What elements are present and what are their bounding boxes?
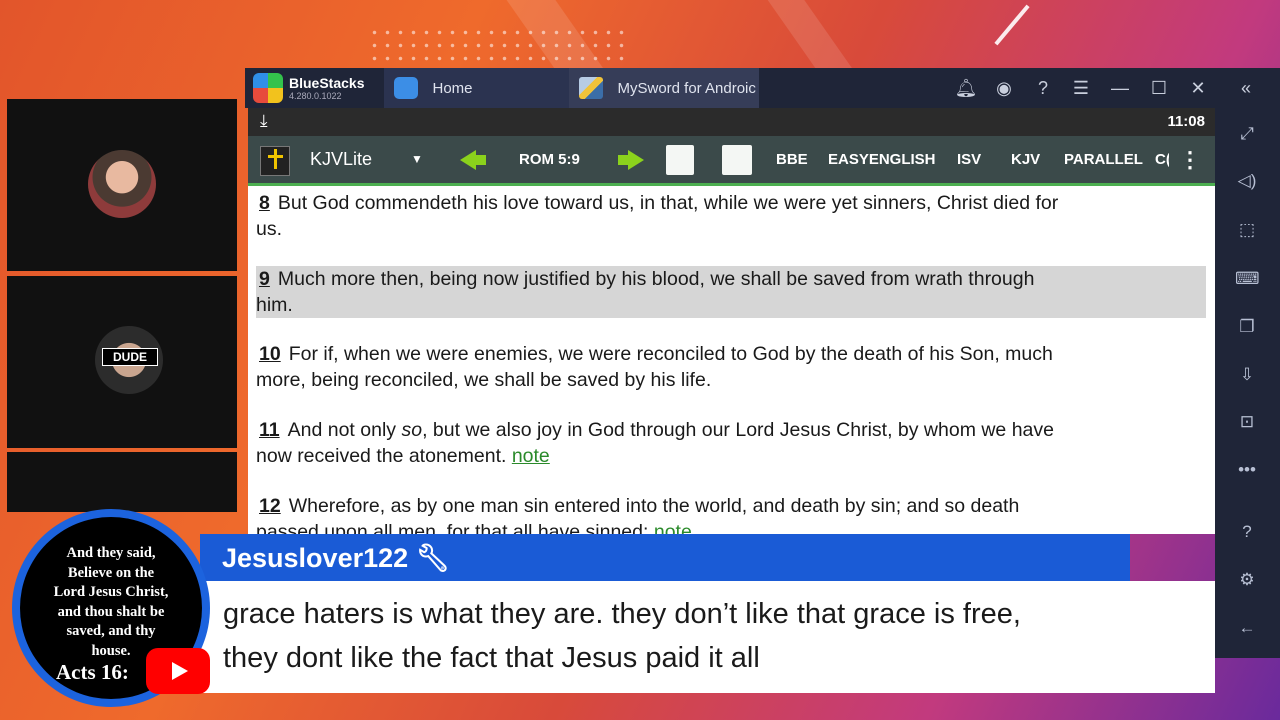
brand-version: 4.280.0.1022: [289, 90, 342, 101]
apk-icon[interactable]: ⇩: [1235, 363, 1259, 387]
copy-icon[interactable]: ❐: [1235, 315, 1259, 339]
chat-user-bar: Jesuslover122 🔧︎: [200, 534, 1130, 581]
fullscreen-icon[interactable]: ⤢: [1235, 122, 1259, 146]
notes-icon[interactable]: [722, 145, 752, 175]
version-kjv[interactable]: KJV: [1011, 136, 1040, 183]
chat-message-box: grace haters is what they are. they don’…: [200, 581, 1215, 693]
bible-text-view[interactable]: 8 But God commendeth his love toward us, …: [248, 186, 1215, 534]
bell-icon[interactable]: 🔔︎: [947, 68, 985, 108]
mysword-icon: [579, 77, 604, 99]
badge-verse-text: And they said, Believe on the Lord Jesus…: [53, 545, 169, 659]
screenshot-icon[interactable]: ⊡: [1235, 410, 1259, 434]
verse-12[interactable]: 12 Wherefore, as by one man sin entered i…: [256, 493, 1206, 534]
bible-selector[interactable]: KJVLite: [310, 136, 372, 183]
settings-icon[interactable]: ⚙: [1235, 568, 1259, 592]
prev-arrow-icon[interactable]: [460, 150, 486, 170]
verse-list-icon[interactable]: [666, 145, 694, 175]
version-bbe[interactable]: BBE: [776, 136, 808, 183]
overflow-menu-icon[interactable]: ⋮: [1179, 136, 1201, 183]
help-icon[interactable]: ?: [1235, 520, 1259, 544]
brand-name: BlueStacks: [289, 74, 365, 91]
badge-verse-reference: Acts 16:: [56, 660, 129, 684]
verse-reference[interactable]: ROM 5:9: [519, 136, 580, 183]
bluestacks-sidebar: ⤢ ◁) ⬚ ⌨ ❐ ⇩ ⊡ ••• ? ⚙ ←: [1215, 108, 1280, 658]
bluestacks-logo-icon: [253, 73, 283, 103]
volume-icon[interactable]: ◁): [1235, 169, 1259, 193]
menu-icon[interactable]: ☰: [1062, 68, 1100, 108]
webcam-2: DUDE: [7, 276, 237, 448]
chevron-down-icon[interactable]: ▼: [411, 136, 423, 183]
chat-message-line-2: they dont like the fact that Jesus paid …: [223, 642, 760, 674]
bluestacks-titlebar: BlueStacks 4.280.0.1022 Home MySword for…: [245, 68, 1280, 108]
minimize-icon[interactable]: —: [1101, 68, 1139, 108]
more-icon[interactable]: •••: [1235, 458, 1259, 482]
home-icon: [394, 77, 419, 99]
verse-9-highlighted[interactable]: 9 Much more then, being now justified by …: [256, 266, 1206, 318]
download-icon: ⤓: [260, 111, 268, 130]
back-icon[interactable]: ←: [1235, 616, 1259, 640]
chat-username: Jesuslover122 🔧︎: [222, 543, 450, 573]
keyboard-icon[interactable]: ⌨: [1235, 267, 1260, 291]
tab-mysword[interactable]: MySword for Androic: [569, 68, 760, 108]
account-icon[interactable]: ◉: [985, 68, 1023, 108]
mysword-toolbar: KJVLite ▼ ROM 5:9 BBE EASYENGLISH ISV KJ…: [248, 136, 1215, 186]
tab-mysword-label: MySword for Androic: [617, 79, 756, 97]
verse-8[interactable]: 8 But God commendeth his love toward us, …: [256, 190, 1206, 242]
cam-overlay-text: DUDE: [102, 348, 158, 366]
version-parallel[interactable]: PARALLEL: [1064, 136, 1143, 183]
tab-home-label: Home: [432, 79, 473, 97]
youtube-icon: [146, 648, 210, 694]
status-time: 11:08: [1167, 113, 1205, 130]
help-icon[interactable]: ?: [1024, 68, 1062, 108]
avatar: [88, 150, 156, 218]
wrench-icon: 🔧︎: [415, 543, 450, 573]
next-arrow-icon[interactable]: [618, 150, 644, 170]
maximize-icon[interactable]: ☐: [1140, 68, 1178, 108]
verse-10[interactable]: 10 For if, when we were enemies, we were …: [256, 341, 1206, 393]
version-isv[interactable]: ISV: [957, 136, 981, 183]
tab-home[interactable]: Home: [384, 68, 570, 108]
bible-icon[interactable]: [260, 146, 290, 176]
webcam-3: [7, 452, 237, 512]
verse-11[interactable]: 11 And not only so, but we also joy in Go…: [256, 417, 1206, 469]
note-link[interactable]: note: [654, 521, 692, 534]
android-status-bar: ⤓ 11:08: [248, 108, 1215, 136]
note-link[interactable]: note: [512, 445, 550, 467]
avatar: DUDE: [95, 326, 163, 394]
webcam-1: [7, 99, 237, 271]
collapse-icon[interactable]: «: [1227, 68, 1265, 108]
chat-message-line-1: grace haters is what they are. they don’…: [223, 598, 1021, 630]
close-icon[interactable]: ✕: [1179, 68, 1217, 108]
cursor-icon[interactable]: ⬚: [1235, 218, 1259, 242]
version-truncated[interactable]: C(: [1155, 136, 1169, 183]
version-easyenglish[interactable]: EASYENGLISH: [828, 136, 936, 183]
